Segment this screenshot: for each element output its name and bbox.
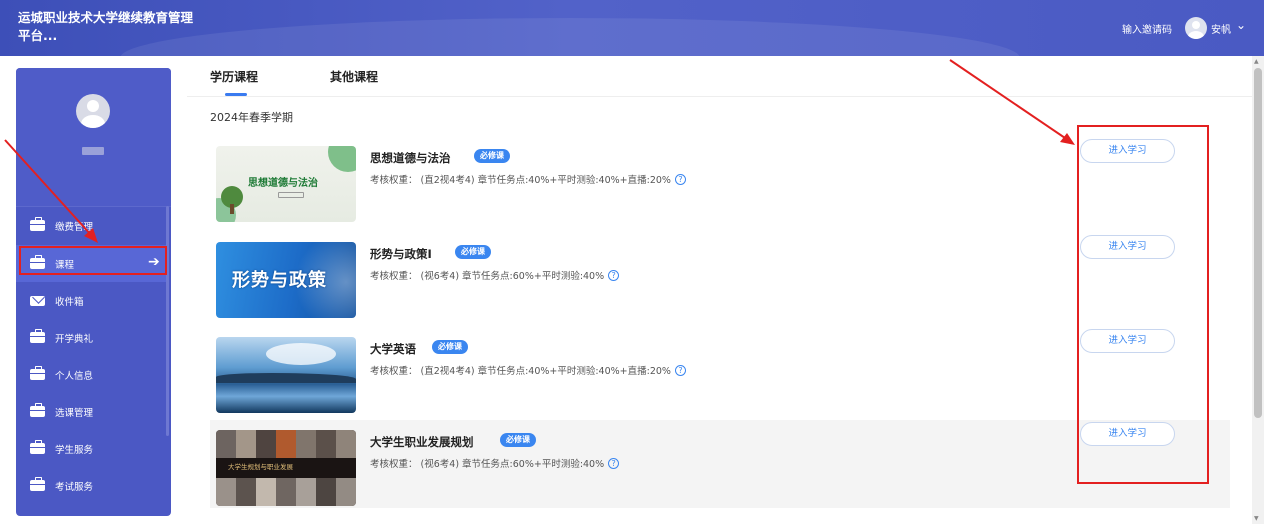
sidebar-item-opening-ceremony[interactable]: 开学典礼 — [16, 319, 166, 356]
divider — [187, 96, 1252, 97]
course-thumbnail[interactable]: 思想道德与法治 — [216, 146, 356, 222]
profile-avatar — [76, 94, 110, 128]
course-thumbnail[interactable]: 大学生规划与职业发展 — [216, 430, 356, 506]
course-thumbnail[interactable] — [216, 337, 356, 413]
invite-code-link[interactable]: 输入邀请码 — [1122, 21, 1172, 36]
sidebar-item-personal-info[interactable]: 个人信息 — [16, 356, 166, 393]
briefcase-icon — [30, 217, 45, 231]
semester-heading: 2024年春季学期 — [210, 111, 293, 124]
sidebar-item-course-selection[interactable]: 选课管理 — [16, 393, 166, 430]
briefcase-icon — [30, 477, 45, 491]
sidebar-item-label: 个人信息 — [55, 371, 94, 382]
page-scrollbar-thumb[interactable] — [1254, 68, 1262, 418]
annotation-highlight-box — [1077, 125, 1209, 484]
sidebar-item-inbox[interactable]: 收件箱 — [16, 282, 166, 319]
top-header: 运城职业技术大学继续教育管理平台... 输入邀请码 安帆 ⌄ — [0, 0, 1264, 56]
annotation-highlight-box — [19, 246, 167, 275]
assessment-weight: 考核权重： (直2视4考4) 章节任务点:40%+平时测验:40%+直播:20% — [370, 366, 671, 377]
briefcase-icon — [30, 403, 45, 417]
tab-degree-courses[interactable]: 学历课程 — [210, 68, 258, 85]
required-badge: 必修课 — [500, 433, 536, 447]
sidebar-item-label: 缴费管理 — [55, 222, 94, 233]
user-avatar[interactable] — [1185, 17, 1207, 39]
chevron-down-icon[interactable]: ⌄ — [1236, 18, 1246, 32]
assessment-weight: 考核权重： (视6考4) 章节任务点:60%+平时测验:40% — [370, 459, 605, 470]
sidebar-item-label: 考试服务 — [55, 482, 94, 493]
briefcase-icon — [30, 366, 45, 380]
help-icon[interactable]: ? — [674, 365, 686, 376]
required-badge: 必修课 — [432, 340, 468, 354]
sidebar-scrollbar[interactable] — [166, 206, 169, 436]
scroll-up-icon[interactable]: ▲ — [1254, 58, 1259, 65]
sidebar-item-student-service[interactable]: 学生服务 — [16, 430, 166, 467]
thumbnail-title: 思想道德与法治 — [248, 178, 318, 189]
course-meta: 考核权重： (直2视4考4) 章节任务点:40%+平时测验:40%+直播:20%… — [370, 363, 686, 377]
course-meta: 考核权重： (直2视4考4) 章节任务点:40%+平时测验:40%+直播:20%… — [370, 172, 686, 186]
sidebar-item-label: 学生服务 — [55, 445, 94, 456]
assessment-weight: 考核权重： (视6考4) 章节任务点:60%+平时测验:40% — [370, 271, 605, 282]
briefcase-icon — [30, 329, 45, 343]
course-name[interactable]: 大学生职业发展规划 — [370, 434, 474, 450]
help-icon[interactable]: ? — [608, 458, 620, 469]
thumbnail-title: 形势与政策 — [232, 270, 327, 291]
thumbnail-title: 大学生规划与职业发展 — [228, 463, 293, 471]
assessment-weight: 考核权重： (直2视4考4) 章节任务点:40%+平时测验:40%+直播:20% — [370, 175, 671, 186]
course-name[interactable]: 形势与政策I — [370, 246, 432, 262]
app-title: 运城职业技术大学继续教育管理平台... — [18, 10, 194, 43]
course-name[interactable]: 大学英语 — [370, 341, 416, 357]
help-icon[interactable]: ? — [674, 174, 686, 185]
course-name[interactable]: 思想道德与法治 — [370, 150, 451, 166]
required-badge: 必修课 — [455, 245, 491, 259]
tab-other-courses[interactable]: 其他课程 — [330, 68, 378, 85]
required-badge: 必修课 — [474, 149, 510, 163]
briefcase-icon — [30, 440, 45, 454]
course-thumbnail[interactable]: 形势与政策 — [216, 242, 356, 318]
sidebar-item-label: 选课管理 — [55, 408, 94, 419]
mail-icon — [30, 296, 45, 306]
scroll-down-icon[interactable]: ▼ — [1254, 515, 1259, 522]
sidebar-item-label: 开学典礼 — [55, 334, 94, 345]
profile-name-redacted — [82, 147, 104, 155]
course-meta: 考核权重： (视6考4) 章节任务点:60%+平时测验:40%? — [370, 268, 620, 282]
sidebar-item-payment[interactable]: 缴费管理 — [16, 207, 166, 244]
header-decoration — [120, 18, 1020, 56]
user-name[interactable]: 安帆 — [1211, 21, 1231, 36]
help-icon[interactable]: ? — [608, 270, 620, 281]
sidebar: 缴费管理 课程 ➔ 收件箱 开学典礼 个人信息 选课管理 学生服务 考试服务 — [16, 68, 171, 516]
sidebar-item-label: 收件箱 — [55, 297, 84, 308]
profile-panel — [16, 68, 171, 206]
sidebar-item-exam-service[interactable]: 考试服务 — [16, 467, 166, 504]
course-meta: 考核权重： (视6考4) 章节任务点:60%+平时测验:40%? — [370, 456, 620, 470]
